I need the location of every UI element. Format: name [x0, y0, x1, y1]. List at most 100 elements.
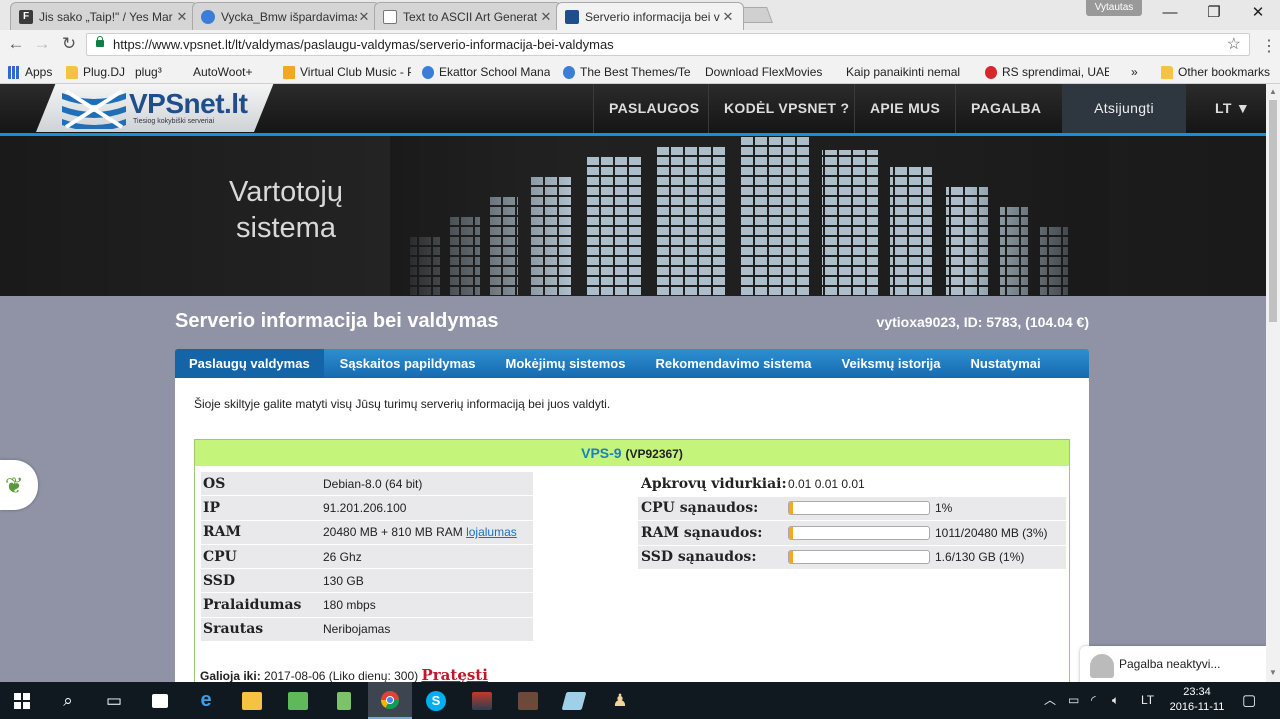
bookmark-label: AutoWoot+	[193, 65, 253, 79]
profile-name[interactable]: Vytautas	[1086, 0, 1142, 16]
validity-value: 2017-08-06 (Liko dienų: 300)	[264, 669, 419, 682]
nav-kodel-vpsnet[interactable]: KODĖL VPSNET ?	[708, 84, 864, 133]
tab-saskaitos-papildymas[interactable]: Sąskaitos papildymas	[326, 349, 490, 378]
browser-tab-3[interactable]: Text to ASCII Art Generat ✕	[374, 2, 562, 30]
load-value: 0.01 0.01 0.01	[788, 476, 865, 491]
blue-app-icon[interactable]	[552, 682, 596, 719]
edge-icon[interactable]: e	[184, 682, 228, 719]
media-app-icon[interactable]	[460, 682, 504, 719]
logout-button[interactable]: Atsijungti	[1062, 84, 1186, 133]
notes-icon[interactable]	[322, 682, 366, 719]
language-select[interactable]: LT ▼	[1200, 84, 1265, 133]
spec-row: SSD 130 GB	[201, 569, 533, 594]
address-bar[interactable]: https://www.vpsnet.lt/lt/valdymas/paslau…	[86, 33, 1250, 56]
bookmarks-bar: Apps Plug.DJ plug³ AutoWoot+ Virtual Clu…	[0, 59, 1280, 84]
ssd-usage-row: SSD sąnaudos: 1.6/130 GB (1%)	[638, 545, 1066, 570]
bookmark-item[interactable]: The Best Themes/Tem	[563, 63, 691, 81]
close-icon[interactable]: ✕	[721, 9, 735, 25]
tab-rekomendavimo-sistema[interactable]: Rekomendavimo sistema	[641, 349, 825, 378]
bookmark-item[interactable]: Virtual Club Music - P	[283, 63, 411, 81]
bookmark-apps[interactable]: Apps	[8, 63, 52, 81]
windows-taskbar: ⌕ ▭ e S ♟ ︿ ▭ ◜ 🔈︎ LT 23:34 2016-11-11 ▢	[0, 682, 1280, 719]
task-view-icon[interactable]: ▭	[92, 682, 136, 719]
browser-tab-active[interactable]: Serverio informacija bei v ✕	[556, 2, 744, 30]
spec-key: OS	[203, 475, 226, 492]
f-icon: F	[19, 9, 33, 24]
scroll-thumb[interactable]	[1269, 100, 1277, 322]
close-icon[interactable]: ✕	[175, 9, 189, 25]
close-icon[interactable]: ✕	[357, 9, 371, 25]
spec-row: Srautas Neribojamas	[201, 617, 533, 643]
notification-icon[interactable]: ▢	[1242, 682, 1256, 719]
menu-icon[interactable]: ⋮	[1261, 36, 1277, 56]
chrome-icon[interactable]	[368, 682, 412, 719]
bookmark-item[interactable]: Kaip panaikinti nemal	[846, 63, 970, 81]
wifi-icon[interactable]: ◜	[1091, 682, 1096, 719]
bookmark-item[interactable]: Download FlexMovies	[705, 63, 833, 81]
help-chat-widget[interactable]: Pagalba neaktyvi...	[1080, 646, 1266, 682]
minimize-icon[interactable]: —	[1148, 2, 1192, 24]
star-icon[interactable]: ☆	[1227, 34, 1241, 55]
scroll-down-icon[interactable]: ▼	[1269, 668, 1277, 677]
nav-apie-mus[interactable]: APIE MUS	[854, 84, 955, 133]
tab-title: Vycka_Bmw išpardavimas	[221, 9, 357, 24]
cpu-usage-row: CPU sąnaudos: 1%	[638, 496, 1066, 521]
tab-veiksmu-istorija[interactable]: Veiksmų istorija	[828, 349, 955, 378]
renew-link[interactable]: Pratęsti	[421, 666, 487, 682]
vps-name[interactable]: VPS-9	[581, 445, 621, 461]
browser-tab-1[interactable]: F Jis sako „Taip!" / Yes Mar ✕	[10, 2, 198, 30]
nav-paslaugos[interactable]: PASLAUGOS	[593, 84, 714, 133]
bookmark-item[interactable]: AutoWoot+	[193, 63, 252, 81]
close-icon[interactable]: ✕	[539, 9, 553, 25]
section-tabs: Paslaugų valdymas Sąskaitos papildymas M…	[175, 349, 1089, 378]
vpsnet-icon	[565, 9, 579, 24]
spec-key: RAM	[203, 524, 241, 541]
bookmark-item[interactable]: RS sprendimai, UAB Š	[985, 63, 1109, 81]
tab-title: Serverio informacija bei v	[585, 9, 720, 24]
tab-nustatymai[interactable]: Nustatymai	[957, 349, 1055, 378]
nav-pagalba[interactable]: PAGALBA	[955, 84, 1056, 133]
spec-row: IP 91.201.206.100	[201, 496, 533, 521]
bookmark-item[interactable]: plug³	[135, 63, 162, 81]
reload-icon[interactable]: ↻	[57, 33, 81, 55]
store-icon[interactable]	[138, 682, 182, 719]
tray-app-icon[interactable]: ♟	[598, 682, 642, 719]
browser-tab-2[interactable]: Vycka_Bmw išpardavimas ✕	[192, 2, 380, 30]
tab-mokejimu-sistemos[interactable]: Mokėjimų sistemos	[492, 349, 640, 378]
bookmarks-overflow-button[interactable]: »	[1131, 63, 1138, 81]
chevron-up-icon[interactable]: ︿	[1044, 682, 1056, 719]
tab-paslaugu-valdymas[interactable]: Paslaugų valdymas	[175, 349, 324, 378]
spec-value: Debian-8.0 (64 bit)	[323, 476, 423, 491]
battery-icon[interactable]: ▭	[1068, 682, 1079, 719]
scroll-up-icon[interactable]: ▲	[1269, 87, 1277, 96]
bookmark-label: plug³	[135, 65, 162, 79]
skype-icon[interactable]: S	[414, 682, 458, 719]
close-window-icon[interactable]: ✕	[1236, 2, 1280, 24]
green-app-icon[interactable]	[276, 682, 320, 719]
loyalty-link[interactable]: lojalumas	[466, 525, 517, 539]
bookmark-item[interactable]: Plug.DJ	[66, 63, 125, 81]
other-bookmarks[interactable]: Other bookmarks	[1161, 63, 1270, 81]
theme-icon	[563, 65, 575, 79]
clock-time: 23:34	[1183, 686, 1211, 698]
input-language[interactable]: LT	[1141, 682, 1154, 719]
maximize-icon[interactable]: ❐	[1192, 2, 1236, 24]
forward-icon[interactable]: →	[30, 33, 54, 55]
start-icon[interactable]	[0, 682, 44, 719]
logo-text[interactable]: VPSnet.lt	[129, 88, 248, 120]
search-icon[interactable]: ⌕	[46, 682, 90, 719]
game-icon[interactable]	[506, 682, 550, 719]
usage-fill	[789, 526, 794, 539]
spec-key: IP	[203, 499, 221, 516]
clock[interactable]: 23:34 2016-11-11	[1166, 685, 1228, 715]
site-header: VPSnet.lt Tiesiog kokybiški serveriai PA…	[0, 84, 1266, 136]
back-icon[interactable]: ←	[4, 33, 28, 55]
tab-strip: F Jis sako „Taip!" / Yes Mar ✕ Vycka_Bmw…	[0, 0, 1280, 30]
spec-key: Pralaidumas	[203, 597, 302, 614]
page-scrollbar[interactable]: ▲ ▼	[1266, 84, 1280, 682]
explorer-icon[interactable]	[230, 682, 274, 719]
vpsnet-logo-icon[interactable]	[60, 89, 128, 129]
bookmark-item[interactable]: Ekattor School Manag	[422, 63, 550, 81]
volume-icon[interactable]: 🔈︎	[1112, 682, 1119, 719]
side-widget-button[interactable]: ❦	[0, 460, 38, 510]
